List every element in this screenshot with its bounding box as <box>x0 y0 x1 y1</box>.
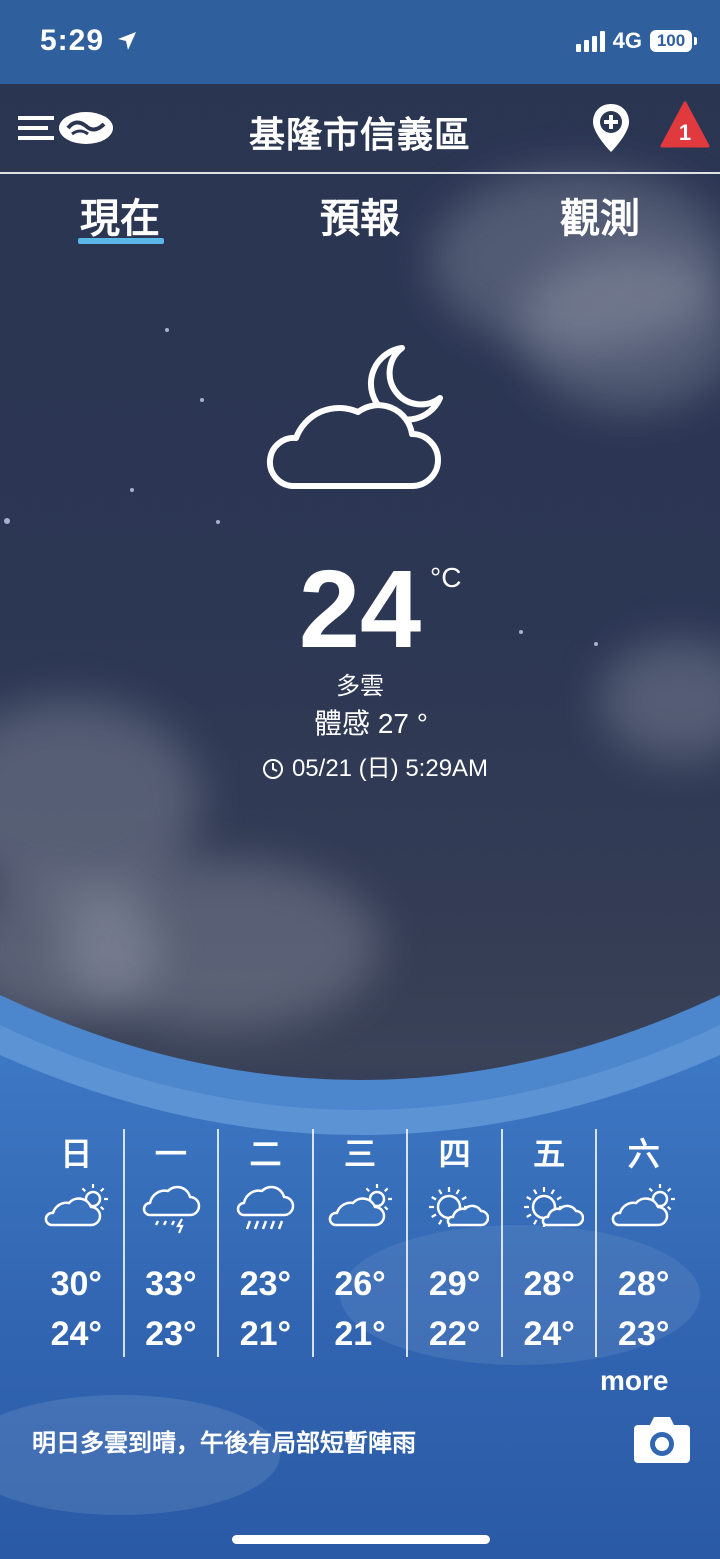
feels-like: 體感 27 ° <box>314 708 428 739</box>
temperature-unit: °C <box>430 562 462 593</box>
network-type: 4G <box>612 28 642 53</box>
cloudy-night-icon <box>266 345 443 489</box>
forecast-low: 24° <box>523 1315 575 1353</box>
tab-forecast[interactable]: 預報 <box>290 186 430 244</box>
forecast-high: 30° <box>50 1265 102 1303</box>
home-indicator <box>232 1535 490 1544</box>
add-location-icon[interactable] <box>590 102 632 154</box>
sunny-cloudy-icon <box>429 1187 490 1227</box>
forecast-low: 22° <box>428 1315 481 1353</box>
tab-observation[interactable]: 觀測 <box>530 186 670 244</box>
clock-icon <box>262 759 283 779</box>
forecast-day-name: 六 <box>627 1136 660 1172</box>
forecast-day-name: 三 <box>344 1136 377 1172</box>
current-temperature: 24 <box>298 548 422 671</box>
camera-icon[interactable] <box>632 1413 692 1467</box>
forecast-day-name: 二 <box>249 1136 282 1172</box>
forecast-day[interactable]: 三 26° 21° <box>311 1129 407 1357</box>
forecast-low: 24° <box>50 1315 102 1353</box>
signal-icon <box>575 30 605 52</box>
forecast-day[interactable]: 二 23° 21° <box>217 1129 312 1357</box>
update-time-text: 05/21 (日) 5:29AM <box>291 755 489 782</box>
active-tab-indicator <box>78 238 164 244</box>
partly-cloudy-icon <box>44 1184 108 1227</box>
battery-icon: 100 <box>650 30 697 52</box>
forecast-high: 29° <box>428 1265 481 1303</box>
tab-bar: 現在 預報 觀測 <box>0 186 720 246</box>
forecast-panel: 日 30° 24° 一 33° 23° 二 23° 21° 三 26° 21° 四 29° 22° 五 28° 2… <box>0 995 720 1559</box>
forecast-day-name: 日 <box>60 1136 93 1172</box>
status-bar: 5:29 4G 100 <box>0 0 720 84</box>
forecast-high: 28° <box>618 1265 670 1303</box>
forecast-day[interactable]: 四 29° 22° <box>406 1129 501 1357</box>
forecast-day-name: 一 <box>154 1136 187 1172</box>
forecast-day[interactable]: 日 30° 24° <box>30 1129 123 1357</box>
alert-count: 1 <box>679 120 691 145</box>
app-header: 基隆市信義區 1 <box>0 84 720 174</box>
warning-icon[interactable]: 1 <box>660 100 710 150</box>
forecast-low: 23° <box>618 1315 670 1353</box>
forecast-day-name: 五 <box>533 1136 566 1172</box>
forecast-day[interactable]: 一 33° 23° <box>122 1129 218 1357</box>
more-link[interactable]: more <box>600 1365 668 1397</box>
forecast-summary: 明日多雲到晴，午後有局部短暫陣雨 <box>32 1430 416 1457</box>
tab-now[interactable]: 現在 <box>50 186 190 244</box>
weather-description: 多雲 <box>336 673 384 700</box>
location-arrow-icon <box>118 32 136 50</box>
forecast-day-name: 四 <box>438 1136 471 1172</box>
forecast-low: 23° <box>145 1315 197 1353</box>
sunny-cloudy-icon <box>523 1187 584 1227</box>
forecast-days: 日 30° 24° 一 33° 23° 二 23° 21° 三 26° 21° 四 29° 22° 五 28° 2… <box>30 1129 690 1357</box>
update-time: 05/21 (日) 5:29AM <box>0 748 720 783</box>
forecast-high: 26° <box>334 1265 386 1303</box>
forecast-high: 23° <box>239 1265 292 1303</box>
partly-cloudy-icon <box>328 1184 392 1227</box>
status-time: 5:29 <box>40 24 105 57</box>
thunderstorm-icon <box>142 1185 200 1234</box>
partly-cloudy-icon <box>612 1184 676 1227</box>
forecast-high: 28° <box>523 1265 575 1303</box>
forecast-day[interactable]: 五 28° 24° <box>500 1129 596 1357</box>
forecast-low: 21° <box>334 1315 386 1353</box>
rain-icon <box>236 1185 295 1230</box>
forecast-low: 21° <box>239 1315 292 1353</box>
forecast-high: 33° <box>145 1265 197 1303</box>
forecast-day[interactable]: 六 28° 23° <box>595 1129 690 1357</box>
